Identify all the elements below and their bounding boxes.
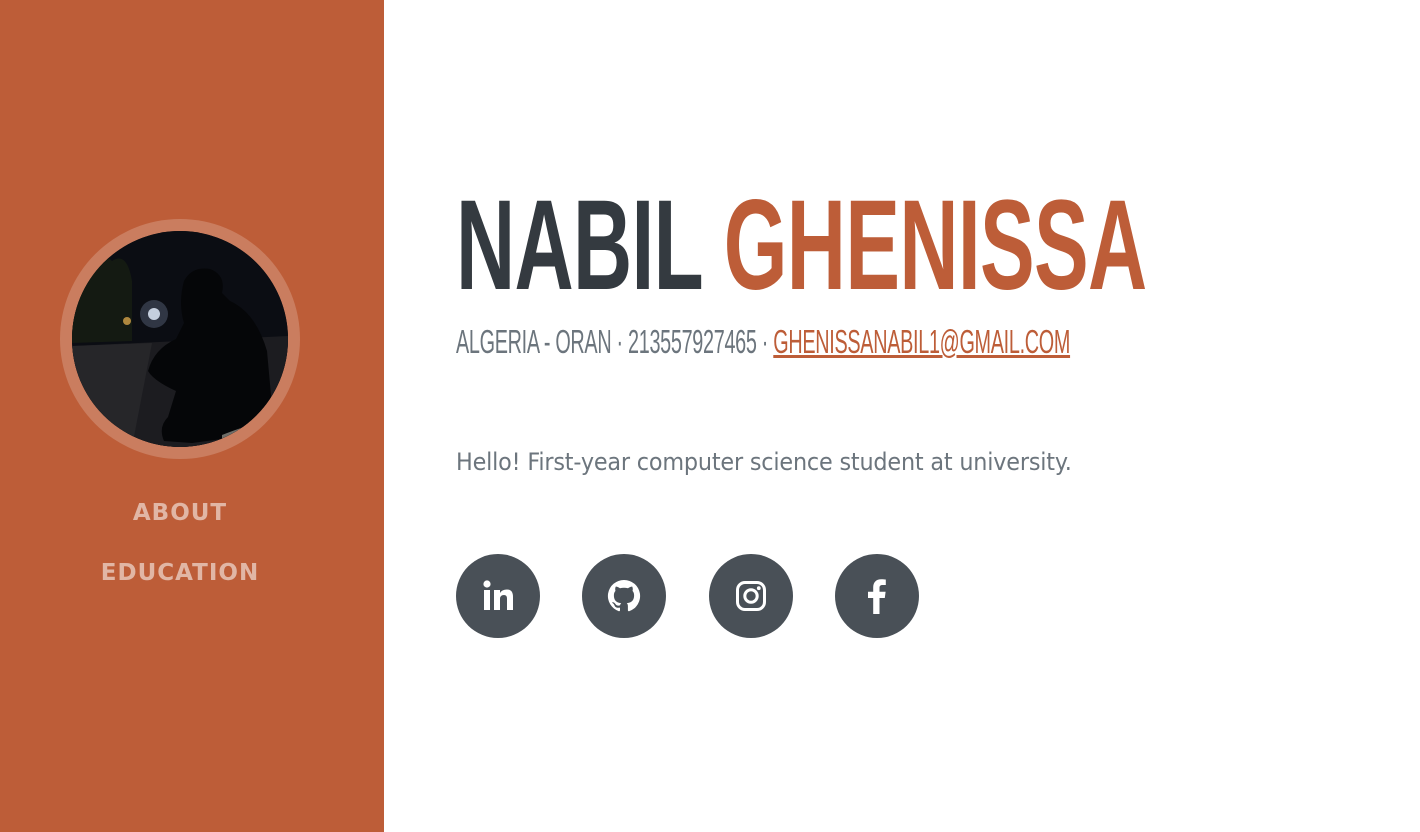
about-lead: Hello! First-year computer science stude… [456, 448, 1072, 476]
separator: · [756, 323, 774, 360]
phone: 213557927465 [628, 323, 757, 360]
contact-line: ALGERIA - ORAN · 213557927465 · GHENISSA… [456, 322, 1070, 362]
linkedin-icon [483, 580, 513, 610]
sidebar-nav: ABOUT EDUCATION [0, 490, 360, 610]
instagram-button[interactable] [709, 554, 793, 638]
github-icon [607, 579, 641, 612]
about-section: NABIL GHENISSA ALGERIA - ORAN · 21355792… [456, 0, 1396, 832]
sidebar: ABOUT EDUCATION [0, 0, 384, 832]
avatar-image [72, 231, 288, 447]
nav-item-about: ABOUT [0, 490, 360, 550]
nav-item-education: EDUCATION [0, 550, 360, 610]
email-link[interactable]: GHENISSANABIL1@GMAIL.COM [773, 323, 1070, 360]
linkedin-button[interactable] [456, 554, 540, 638]
separator: · [611, 323, 629, 360]
facebook-button[interactable] [835, 554, 919, 638]
location: ALGERIA - ORAN [456, 323, 612, 360]
github-button[interactable] [582, 554, 666, 638]
nav-link-about[interactable]: ABOUT [133, 500, 227, 526]
first-name: NABIL [456, 174, 702, 317]
instagram-icon [736, 581, 766, 611]
page-title: NABIL GHENISSA [456, 174, 1147, 317]
facebook-icon [868, 579, 886, 614]
avatar [60, 219, 300, 459]
last-name: GHENISSA [723, 174, 1147, 317]
nav-link-education[interactable]: EDUCATION [101, 560, 259, 586]
